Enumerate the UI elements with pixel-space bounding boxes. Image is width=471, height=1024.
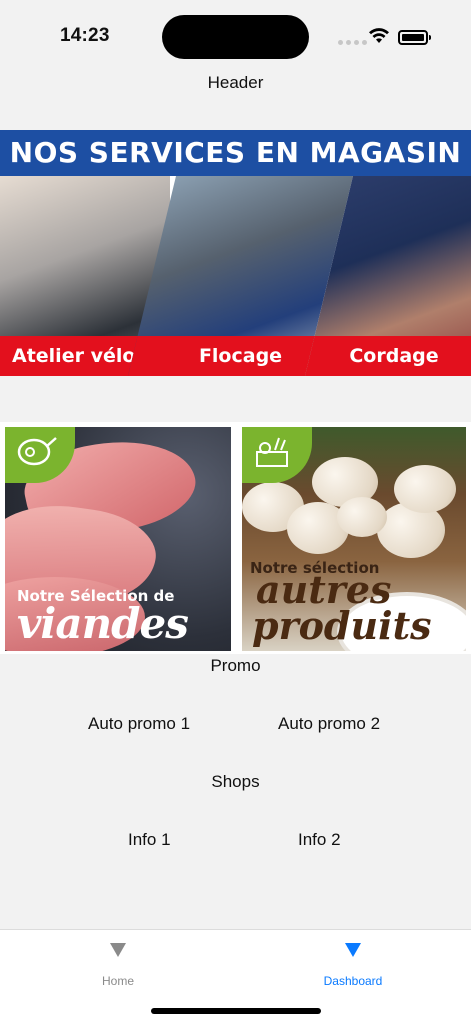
battery-icon <box>398 30 431 45</box>
tab-home[interactable]: Home <box>38 930 198 1000</box>
dynamic-island <box>162 15 309 59</box>
auto-promo-1[interactable]: Auto promo 1 <box>88 714 190 734</box>
home-indicator[interactable] <box>151 1008 321 1014</box>
service-label: Cordage <box>305 336 471 376</box>
card-viandes[interactable]: Notre Sélection de viandes <box>5 427 231 651</box>
services-banner-title: NOS SERVICES EN MAGASIN <box>0 130 471 176</box>
grocery-icon <box>242 427 312 483</box>
category-cards: Notre Sélection de viandes Notre sélecti… <box>0 422 471 654</box>
shops-section-title: Shops <box>211 772 260 791</box>
cellular-signal-icon <box>338 40 367 45</box>
services-banner[interactable]: NOS SERVICES EN MAGASIN Atelier vélo Flo… <box>0 130 471 376</box>
auto-promo-2[interactable]: Auto promo 2 <box>278 714 380 734</box>
header-title: Header <box>207 73 264 92</box>
info-1[interactable]: Info 1 <box>128 830 171 850</box>
card-autres-produits[interactable]: Notre sélection autres produits <box>242 427 466 651</box>
status-time: 14:23 <box>60 25 110 46</box>
dashboard-tab-icon <box>345 943 361 957</box>
status-bar: 14:23 <box>0 0 471 64</box>
info-2[interactable]: Info 2 <box>298 830 341 850</box>
card-title: viandes <box>17 599 189 648</box>
home-tab-icon <box>110 943 126 957</box>
tab-label: Home <box>101 974 134 988</box>
wifi-icon <box>369 28 389 43</box>
card-title-line2: produits <box>252 603 432 648</box>
tab-label: Dashboard <box>323 974 383 988</box>
promo-section-title: Promo <box>210 656 261 675</box>
tab-dashboard[interactable]: Dashboard <box>273 930 433 1000</box>
